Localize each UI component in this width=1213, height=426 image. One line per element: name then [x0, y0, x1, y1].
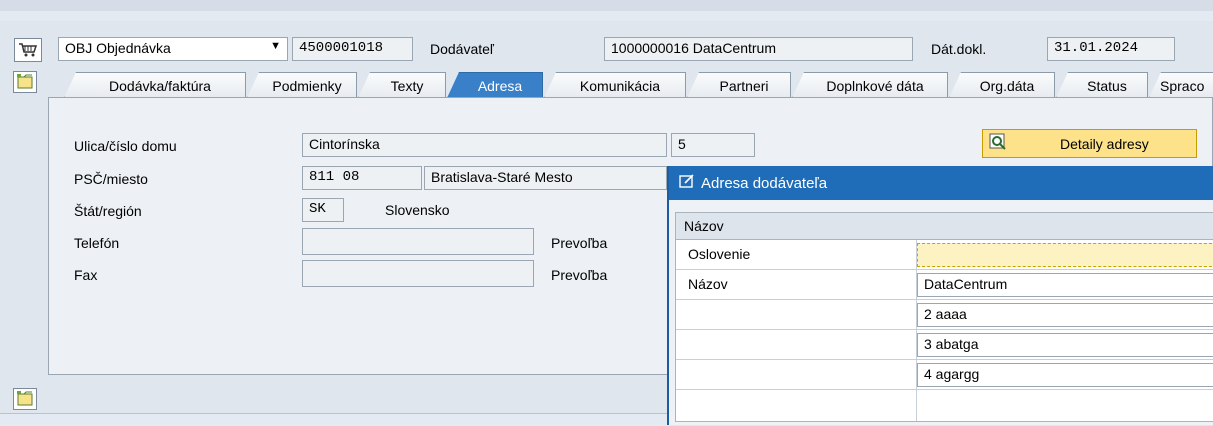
- edit-window-icon: [679, 174, 695, 192]
- tab-org-data[interactable]: Org.dáta: [949, 72, 1055, 98]
- dialog-title: Adresa dodávateľa: [701, 174, 828, 192]
- vendor-label: Dodávateľ: [430, 41, 495, 57]
- name-label: Názov: [688, 276, 728, 292]
- salutation-label: Oslovenie: [688, 246, 751, 262]
- salutation-field[interactable]: [917, 243, 1213, 267]
- magnifier-icon: [989, 133, 1011, 156]
- dialog-title-bar[interactable]: Adresa dodávateľa: [669, 166, 1213, 200]
- tab-address[interactable]: Adresa: [447, 72, 543, 98]
- document-date-field[interactable]: 31.01.2024: [1047, 37, 1175, 61]
- address-details-button[interactable]: Detaily adresy: [982, 129, 1197, 158]
- toolbar-area: [0, 11, 1213, 21]
- shopping-cart-icon[interactable]: [14, 38, 42, 62]
- document-date-label: Dát.dokl.: [931, 41, 987, 57]
- name-group: Názov Oslovenie Názov DataCentrum 2 aaaa…: [675, 212, 1213, 422]
- tab-additional-data[interactable]: Doplnkové dáta: [792, 72, 948, 98]
- phone-extension-label: Prevoľba: [551, 235, 608, 251]
- address-details-label: Detaily adresy: [1060, 136, 1149, 152]
- document-type-select[interactable]: OBJ Objednávka ▼: [58, 37, 288, 61]
- fax-extension-label: Prevoľba: [551, 267, 608, 283]
- vendor-address-dialog: Adresa dodávateľa Názov Oslovenie Názov …: [667, 166, 1213, 425]
- tab-texts[interactable]: Texty: [358, 72, 446, 98]
- form-row: 3 abatga: [676, 330, 1213, 360]
- name-group-title: Názov: [676, 213, 1213, 240]
- country-code-field[interactable]: SK: [302, 198, 344, 222]
- name-field-2[interactable]: 2 aaaa: [917, 303, 1213, 327]
- item-overview-strip: [0, 413, 670, 426]
- name-field-3[interactable]: 3 abatga: [917, 333, 1213, 357]
- name-field-4[interactable]: 4 agargg: [917, 363, 1213, 387]
- expand-header-icon[interactable]: [13, 71, 37, 93]
- zip-label: PSČ/miesto: [74, 171, 148, 187]
- tab-status[interactable]: Status: [1056, 72, 1148, 98]
- chevron-down-icon: ▼: [270, 40, 281, 52]
- street-label: Ulica/číslo domu: [74, 138, 177, 154]
- form-row: Názov DataCentrum: [676, 270, 1213, 300]
- tab-delivery-invoice[interactable]: Dodávka/faktúra: [64, 72, 246, 98]
- house-number-field[interactable]: 5: [671, 133, 755, 157]
- form-row: 4 agargg: [676, 360, 1213, 390]
- tab-processing[interactable]: Spraco: [1149, 72, 1213, 98]
- vendor-field[interactable]: 1000000016 DataCentrum: [604, 37, 913, 61]
- tab-communication[interactable]: Komunikácia: [544, 72, 686, 98]
- tab-conditions[interactable]: Podmienky: [247, 72, 357, 98]
- tab-partners[interactable]: Partneri: [687, 72, 791, 98]
- name-field-1[interactable]: DataCentrum: [917, 273, 1213, 297]
- form-row: 2 aaaa: [676, 300, 1213, 330]
- top-strip: [0, 0, 1213, 11]
- street-field[interactable]: Cintorínska: [302, 133, 667, 157]
- phone-label: Telefón: [74, 235, 120, 251]
- document-type-value: OBJ Objednávka: [65, 40, 171, 56]
- phone-field[interactable]: [302, 228, 534, 255]
- country-name: Slovensko: [385, 202, 450, 218]
- fax-label: Fax: [74, 267, 98, 283]
- tab-strip: Dodávka/faktúra Podmienky Texty Adresa K…: [48, 72, 1213, 98]
- zip-field[interactable]: 811 08: [302, 166, 422, 190]
- document-number-field[interactable]: 4500001018: [292, 37, 413, 61]
- form-row: Oslovenie: [676, 240, 1213, 270]
- expand-items-icon[interactable]: [13, 388, 37, 410]
- city-field[interactable]: Bratislava-Staré Mesto: [424, 166, 667, 190]
- fax-field[interactable]: [302, 260, 534, 287]
- country-label: Štát/región: [74, 203, 142, 219]
